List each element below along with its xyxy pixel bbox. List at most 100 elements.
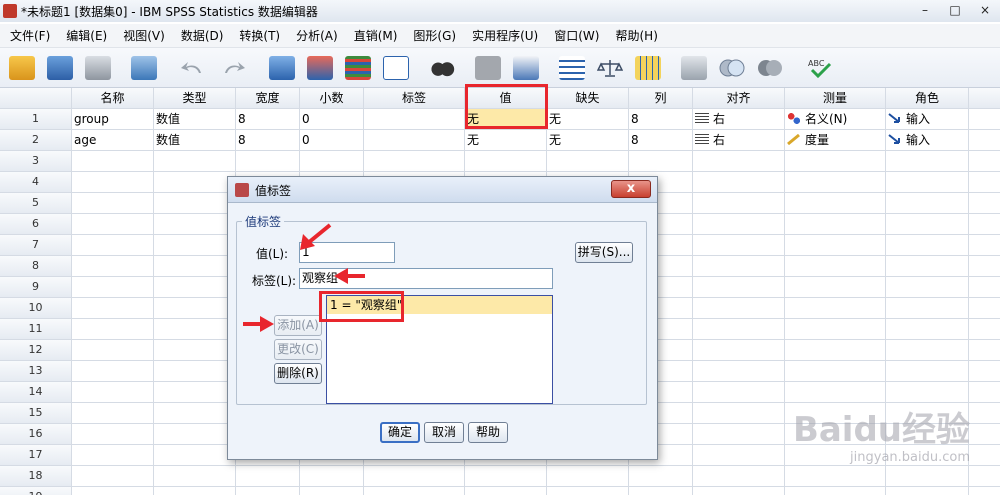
col-header-width[interactable]: 宽度 <box>236 88 300 109</box>
cell-measure[interactable]: 名义(N) <box>785 109 886 130</box>
empty-cell[interactable] <box>364 151 465 172</box>
col-header-name[interactable]: 名称 <box>72 88 154 109</box>
empty-cell[interactable] <box>886 172 969 193</box>
empty-cell[interactable] <box>72 487 154 495</box>
col-header-columns[interactable]: 列 <box>629 88 693 109</box>
empty-cell[interactable] <box>693 151 785 172</box>
open-folder-icon[interactable] <box>6 53 38 83</box>
empty-cell[interactable] <box>886 277 969 298</box>
cell-label[interactable] <box>364 109 465 130</box>
row-header[interactable]: 17 <box>0 445 72 466</box>
row-header[interactable]: 6 <box>0 214 72 235</box>
empty-cell[interactable] <box>693 340 785 361</box>
menu-graphs[interactable]: 图形(G) <box>405 25 464 47</box>
row-header[interactable]: 18 <box>0 466 72 487</box>
cell-align[interactable]: 右 <box>693 130 785 151</box>
empty-cell[interactable] <box>72 214 154 235</box>
empty-cell[interactable] <box>969 172 1000 193</box>
empty-cell[interactable] <box>465 466 547 487</box>
row-header[interactable]: 15 <box>0 403 72 424</box>
empty-cell[interactable] <box>154 361 236 382</box>
empty-cell[interactable] <box>154 151 236 172</box>
col-header-measure[interactable]: 测量 <box>785 88 886 109</box>
cell-name[interactable]: age <box>72 130 154 151</box>
empty-cell[interactable] <box>154 382 236 403</box>
empty-cell[interactable] <box>886 340 969 361</box>
empty-cell[interactable] <box>154 487 236 495</box>
empty-cell[interactable] <box>72 319 154 340</box>
row-header[interactable]: 9 <box>0 277 72 298</box>
weight-cases-icon[interactable] <box>594 53 626 83</box>
row-header[interactable]: 16 <box>0 424 72 445</box>
save-icon[interactable] <box>44 53 76 83</box>
split-cells-icon[interactable] <box>510 53 542 83</box>
col-header-decimals[interactable]: 小数 <box>300 88 364 109</box>
empty-cell[interactable] <box>154 277 236 298</box>
cell-role[interactable]: 输入 <box>886 130 969 151</box>
empty-cell[interactable] <box>72 277 154 298</box>
menu-transform[interactable]: 转换(T) <box>231 25 288 47</box>
cell-role[interactable]: 输入 <box>886 109 969 130</box>
empty-cell[interactable] <box>72 193 154 214</box>
select-cases-icon[interactable] <box>632 53 664 83</box>
label-input[interactable]: 观察组 <box>299 268 553 289</box>
empty-cell[interactable] <box>72 361 154 382</box>
cell-measure[interactable]: 度量 <box>785 130 886 151</box>
empty-cell[interactable] <box>72 151 154 172</box>
minimize-button[interactable]: – <box>910 0 940 20</box>
maximize-button[interactable]: □ <box>940 0 970 20</box>
menu-help[interactable]: 帮助(H) <box>607 25 665 47</box>
empty-cell[interactable] <box>154 172 236 193</box>
empty-cell[interactable] <box>785 277 886 298</box>
empty-cell[interactable] <box>154 193 236 214</box>
empty-cell[interactable] <box>693 172 785 193</box>
empty-cell[interactable] <box>72 403 154 424</box>
empty-cell[interactable] <box>969 277 1000 298</box>
empty-cell[interactable] <box>886 235 969 256</box>
empty-cell[interactable] <box>785 151 886 172</box>
empty-cell[interactable] <box>785 214 886 235</box>
cell-decimals[interactable]: 0 <box>300 130 364 151</box>
empty-cell[interactable] <box>693 193 785 214</box>
empty-cell[interactable] <box>886 298 969 319</box>
empty-cell[interactable] <box>154 466 236 487</box>
cancel-button[interactable]: 取消 <box>424 422 464 443</box>
menu-analyze[interactable]: 分析(A) <box>288 25 346 47</box>
menu-view[interactable]: 视图(V) <box>115 25 173 47</box>
empty-cell[interactable] <box>969 256 1000 277</box>
empty-cell[interactable] <box>886 193 969 214</box>
empty-cell[interactable] <box>785 193 886 214</box>
empty-cell[interactable] <box>154 445 236 466</box>
empty-cell[interactable] <box>969 298 1000 319</box>
empty-cell[interactable] <box>693 214 785 235</box>
insert-cases-icon[interactable] <box>472 53 504 83</box>
empty-cell[interactable] <box>886 151 969 172</box>
empty-cell[interactable] <box>629 487 693 495</box>
cell-name[interactable]: group <box>72 109 154 130</box>
empty-cell[interactable] <box>72 298 154 319</box>
empty-cell[interactable] <box>629 466 693 487</box>
empty-cell[interactable] <box>547 151 629 172</box>
empty-cell[interactable] <box>693 319 785 340</box>
empty-cell[interactable] <box>154 214 236 235</box>
empty-cell[interactable] <box>886 256 969 277</box>
menu-edit[interactable]: 编辑(E) <box>58 25 115 47</box>
col-header-role[interactable]: 角色 <box>886 88 969 109</box>
empty-cell[interactable] <box>969 319 1000 340</box>
empty-cell[interactable] <box>154 235 236 256</box>
empty-cell[interactable] <box>72 382 154 403</box>
empty-cell[interactable] <box>969 193 1000 214</box>
find-icon[interactable] <box>426 53 458 83</box>
menu-direct-marketing[interactable]: 直销(M) <box>346 25 406 47</box>
cell-columns[interactable]: 8 <box>629 109 693 130</box>
empty-cell[interactable] <box>785 340 886 361</box>
menu-file[interactable]: 文件(F) <box>2 25 58 47</box>
cell-label[interactable] <box>364 130 465 151</box>
empty-cell[interactable] <box>364 487 465 495</box>
spellcheck-icon[interactable]: ABC <box>804 53 836 83</box>
value-input[interactable]: 1 <box>299 242 395 263</box>
empty-cell[interactable] <box>236 487 300 495</box>
empty-cell[interactable] <box>72 256 154 277</box>
add-button[interactable]: 添加(A) <box>274 315 322 336</box>
empty-cell[interactable] <box>364 466 465 487</box>
